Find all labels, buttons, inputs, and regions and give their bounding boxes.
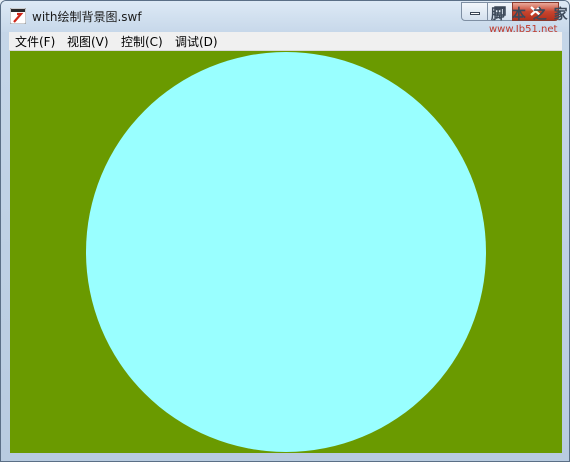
window-title: with绘制背景图.swf bbox=[32, 10, 142, 24]
minimize-icon bbox=[470, 12, 480, 15]
flash-player-icon bbox=[10, 8, 26, 24]
flash-stage[interactable] bbox=[10, 51, 562, 453]
cyan-circle bbox=[86, 52, 486, 452]
watermark-logo: 脚 本 之 家 bbox=[491, 7, 569, 23]
menu-bar: 文件(F) 视图(V) 控制(C) 调试(D) bbox=[9, 32, 562, 51]
menu-control[interactable]: 控制(C) bbox=[121, 33, 163, 50]
menu-file[interactable]: 文件(F) bbox=[15, 33, 55, 50]
menu-debug[interactable]: 调试(D) bbox=[175, 33, 218, 50]
stage-canvas bbox=[86, 52, 486, 452]
minimize-button[interactable] bbox=[461, 2, 488, 21]
menu-view[interactable]: 视图(V) bbox=[67, 33, 109, 50]
title-bar[interactable]: with绘制背景图.swf 脚 本 之 家 www.Jb51.net bbox=[1, 1, 569, 35]
flash-player-window: with绘制背景图.swf 脚 本 之 家 www.Jb51.net 文件(F)… bbox=[0, 0, 570, 462]
